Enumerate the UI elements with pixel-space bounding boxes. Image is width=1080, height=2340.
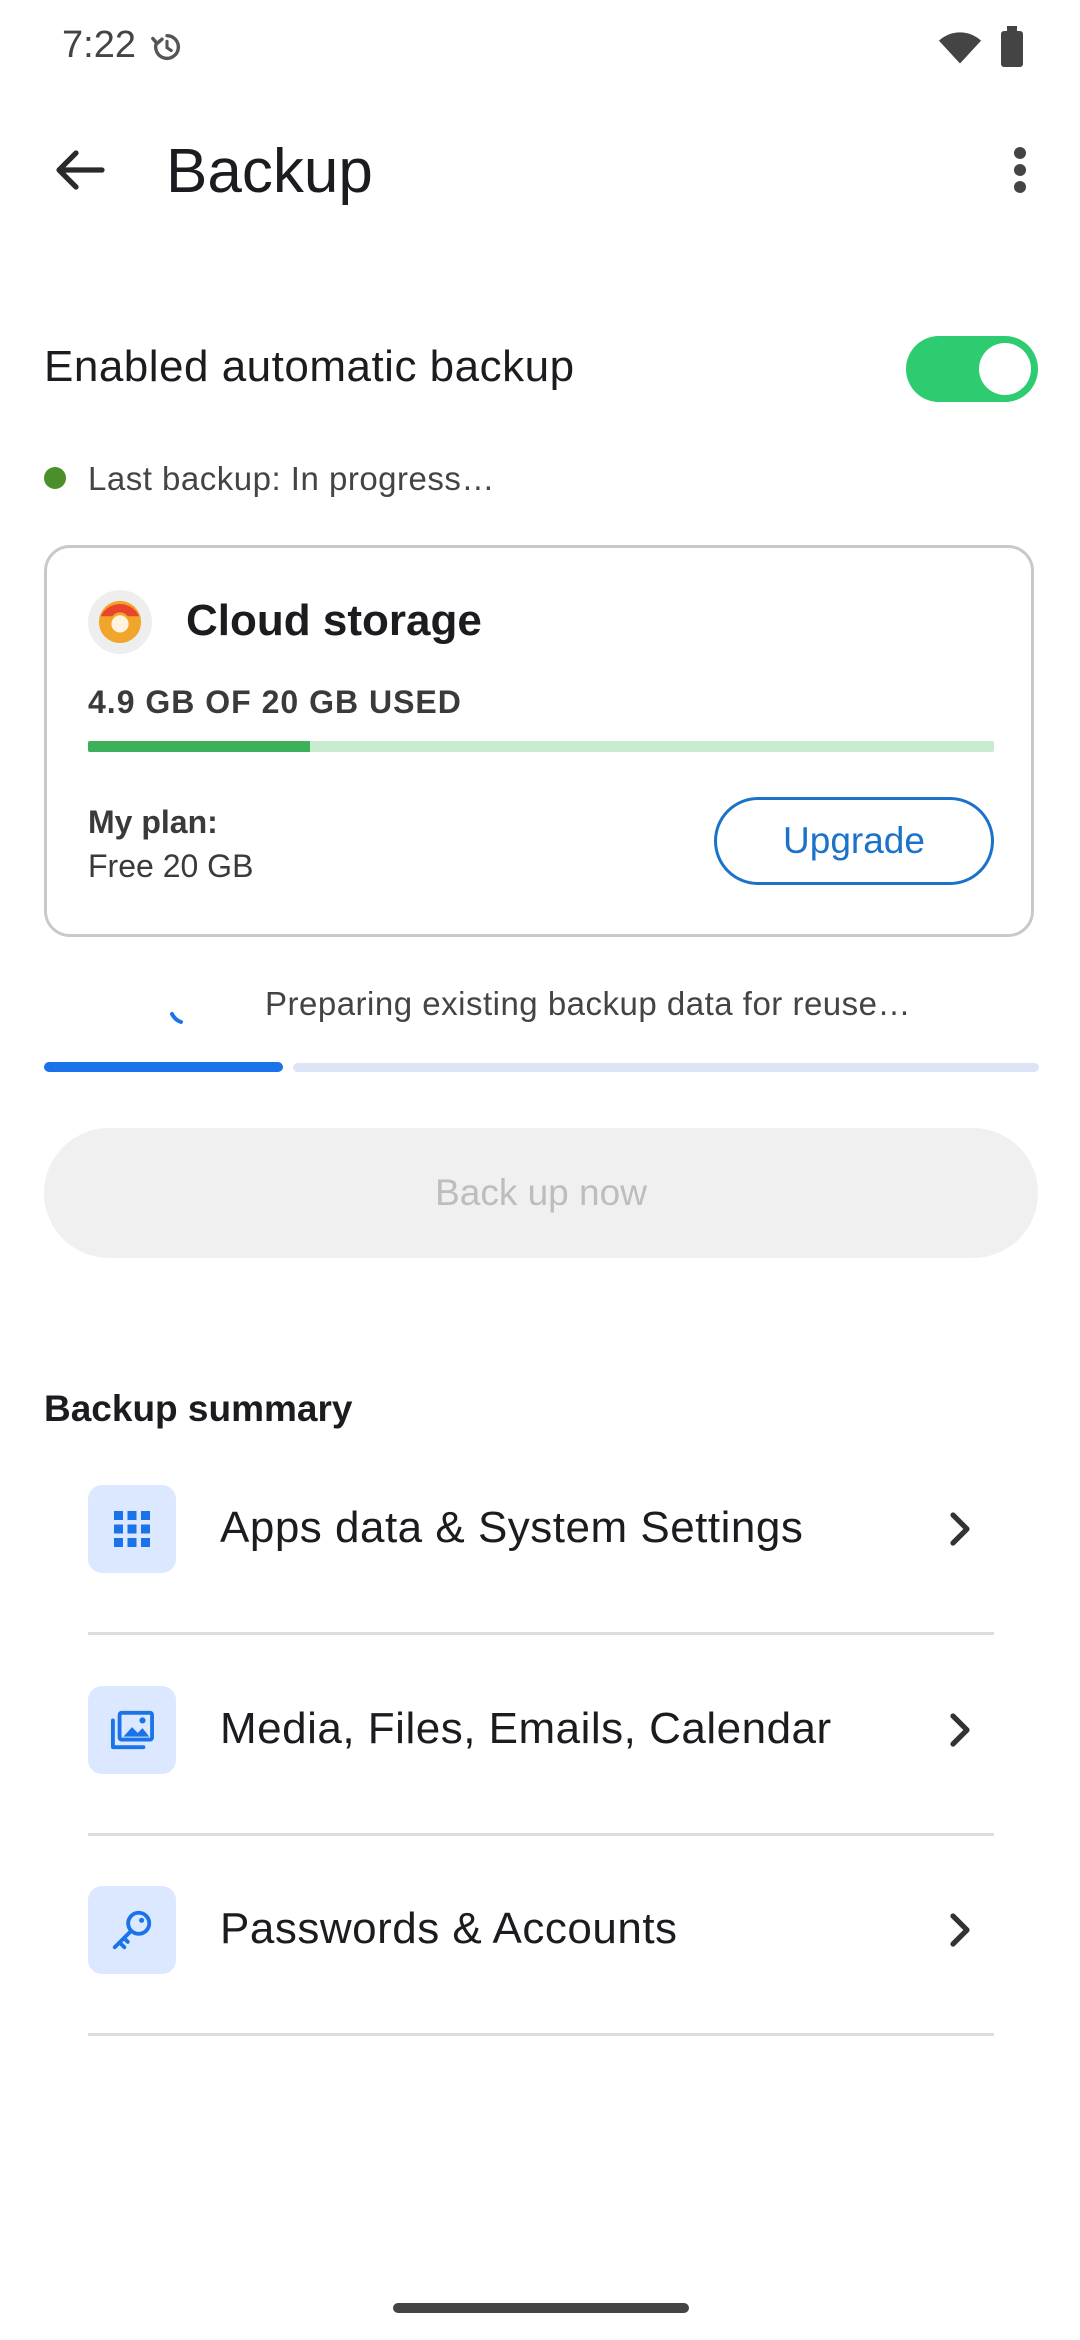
status-dot [44, 467, 66, 489]
storage-usage-fill [88, 741, 310, 752]
home-indicator[interactable] [393, 2303, 689, 2313]
auto-backup-toggle[interactable] [906, 336, 1038, 402]
upgrade-button[interactable]: Upgrade [714, 797, 994, 885]
plan-value: Free 20 GB [88, 848, 254, 884]
key-icon [88, 1886, 176, 1974]
sync-icon [151, 33, 180, 61]
status-time: 7:22 [62, 24, 136, 66]
chevron-right-icon [940, 1908, 980, 1952]
summary-item-passwords[interactable]: Passwords & Accounts [88, 1836, 994, 2036]
battery-icon [1001, 26, 1023, 67]
more-options-button[interactable] [990, 130, 1050, 210]
arrow-back-icon [56, 150, 105, 190]
summary-item-apps-data[interactable]: Apps data & System Settings [88, 1435, 994, 1635]
plan-label: My plan: [88, 804, 218, 840]
back-button[interactable] [40, 130, 120, 210]
divider [88, 1632, 994, 1635]
photo-library-icon [88, 1686, 176, 1774]
last-backup-status: Last backup: In progress… [88, 460, 495, 497]
progress-status-text: Preparing existing backup data for reuse… [265, 985, 912, 1022]
summary-item-label: Media, Files, Emails, Calendar [220, 1704, 832, 1753]
chevron-right-icon [940, 1708, 980, 1752]
auto-backup-label: Enabled automatic backup [44, 342, 575, 391]
back-up-now-button[interactable]: Back up now [44, 1128, 1038, 1258]
summary-item-label: Passwords & Accounts [220, 1904, 678, 1953]
more-vert-icon [1014, 147, 1026, 193]
backup-summary-heading: Backup summary [44, 1388, 353, 1429]
toggle-knob [979, 343, 1031, 395]
storage-usage-text: 4.9 GB OF 20 GB USED [88, 684, 462, 720]
page-title: Backup [166, 137, 373, 206]
loading-spinner-icon [170, 1012, 183, 1024]
storage-usage-bar [88, 741, 994, 752]
summary-item-label: Apps data & System Settings [220, 1503, 804, 1552]
chevron-right-icon [940, 1507, 980, 1551]
card-title: Cloud storage [186, 596, 482, 645]
cloud-storage-icon [88, 590, 152, 654]
apps-grid-icon [88, 1485, 176, 1573]
summary-item-media-files[interactable]: Media, Files, Emails, Calendar [88, 1636, 994, 1836]
backup-progress-track [293, 1063, 1039, 1072]
divider [88, 2033, 994, 2036]
backup-progress-fill [44, 1062, 283, 1072]
wifi-icon [938, 32, 982, 64]
